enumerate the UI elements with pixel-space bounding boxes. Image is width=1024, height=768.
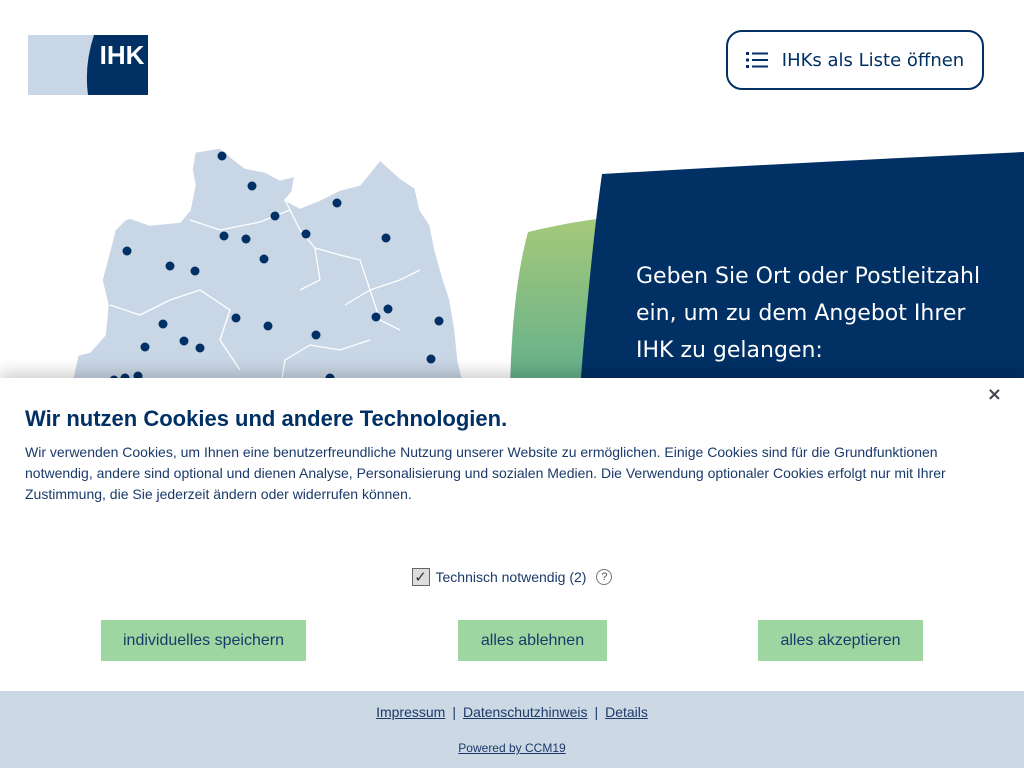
- accept-all-button[interactable]: alles akzeptieren: [758, 620, 923, 661]
- consent-category-row: ✓ Technisch notwendig (2) ?: [0, 568, 1024, 586]
- ihk-marker[interactable]: [219, 231, 229, 241]
- ihk-marker[interactable]: [190, 266, 200, 276]
- ihk-marker[interactable]: [426, 354, 436, 364]
- privacy-link[interactable]: Datenschutzhinweis: [463, 704, 588, 720]
- cookie-title: Wir nutzen Cookies und andere Technologi…: [25, 406, 508, 431]
- link-separator: |: [594, 704, 599, 720]
- cookie-footer: Impressum | Datenschutzhinweis | Details Pow…: [0, 691, 1024, 768]
- ihk-marker[interactable]: [301, 229, 311, 239]
- ihk-marker[interactable]: [259, 254, 269, 264]
- ihk-marker[interactable]: [247, 181, 257, 191]
- save-individual-button[interactable]: individuelles speichern: [101, 620, 306, 661]
- ihk-marker[interactable]: [195, 343, 205, 353]
- logo-text: IHK: [100, 40, 145, 70]
- details-link[interactable]: Details: [605, 704, 648, 720]
- open-list-label: IHKs als Liste öffnen: [781, 49, 965, 71]
- open-list-button[interactable]: IHKs als Liste öffnen: [726, 30, 984, 90]
- powered-by: Powered by CCM19: [0, 741, 1024, 755]
- ihk-marker[interactable]: [270, 211, 280, 221]
- germany-map[interactable]: [70, 130, 480, 390]
- link-separator: |: [452, 704, 456, 720]
- ihk-marker[interactable]: [371, 312, 381, 322]
- close-icon[interactable]: ×: [987, 384, 1002, 405]
- ihk-marker[interactable]: [158, 319, 168, 329]
- help-icon[interactable]: ?: [596, 569, 613, 585]
- technical-checkbox[interactable]: ✓: [411, 568, 430, 586]
- ihk-marker[interactable]: [381, 233, 391, 243]
- ihk-marker[interactable]: [332, 198, 342, 208]
- powered-by-link[interactable]: Powered by CCM19: [458, 741, 565, 755]
- footer-links: Impressum | Datenschutzhinweis | Details: [0, 704, 1024, 720]
- technical-category-label[interactable]: Technisch notwendig (2): [436, 569, 587, 585]
- ihk-marker[interactable]: [434, 316, 444, 326]
- list-icon: [745, 52, 768, 68]
- ihk-marker[interactable]: [311, 330, 321, 340]
- ihk-marker[interactable]: [263, 321, 273, 331]
- impressum-link[interactable]: Impressum: [376, 704, 445, 720]
- ihk-marker[interactable]: [241, 234, 251, 244]
- cookie-description: Wir verwenden Cookies, um Ihnen eine ben…: [25, 444, 946, 502]
- ihk-marker[interactable]: [122, 246, 132, 256]
- ihk-marker[interactable]: [140, 342, 150, 352]
- ihk-marker[interactable]: [179, 336, 189, 346]
- cookie-banner: × Wir nutzen Cookies und andere Technolo…: [0, 378, 1024, 768]
- ihk-marker[interactable]: [383, 304, 393, 314]
- ihk-logo[interactable]: IHK: [28, 35, 148, 95]
- ihk-marker[interactable]: [217, 151, 227, 161]
- ihk-marker[interactable]: [165, 261, 175, 271]
- reject-all-button[interactable]: alles ablehnen: [458, 620, 607, 661]
- search-prompt: Geben Sie Ort oder Postleitzahl ein, um …: [636, 264, 981, 363]
- map-region-shape: [70, 147, 466, 390]
- ihk-marker[interactable]: [231, 313, 241, 323]
